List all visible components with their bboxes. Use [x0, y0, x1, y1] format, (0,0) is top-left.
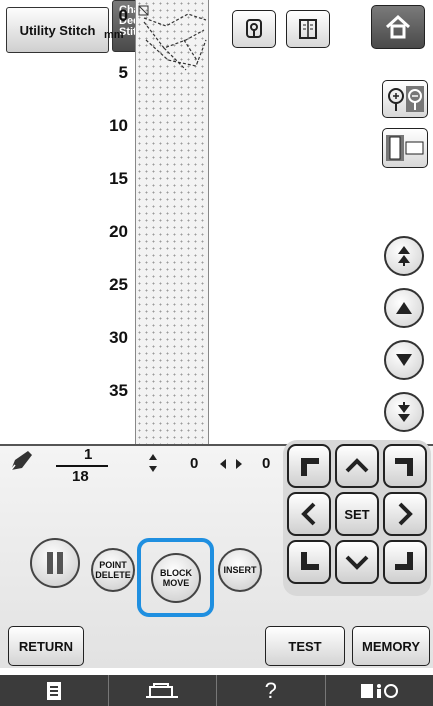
presser-foot-icon — [246, 19, 262, 38]
down-arrow-icon — [396, 354, 412, 366]
move-down-right-button[interactable] — [383, 540, 427, 584]
pencil-icon — [10, 451, 32, 471]
stitch-preview-area — [135, 0, 209, 444]
memory-button[interactable]: MEMORY — [352, 626, 430, 666]
test-button[interactable]: TEST — [265, 626, 345, 666]
return-button[interactable]: RETURN — [8, 626, 84, 666]
horizontal-offset: 0 — [262, 455, 271, 472]
set-button[interactable]: SET — [335, 492, 379, 536]
stitch-pattern — [138, 5, 207, 71]
horizontal-move-icon — [220, 459, 242, 469]
split-icon — [47, 552, 63, 574]
point-delete-label-2: DELETE — [95, 570, 131, 580]
point-delete-button[interactable]: POINT DELETE — [91, 548, 135, 592]
book-icon — [299, 19, 317, 39]
point-split-button[interactable] — [30, 538, 80, 588]
ruler-tick-25: 25 — [109, 275, 128, 294]
document-icon — [46, 681, 61, 700]
chevron-left-icon — [301, 502, 316, 526]
up-arrow-icon — [396, 302, 412, 314]
scroll-fast-up-button[interactable] — [384, 236, 424, 276]
scroll-up-button[interactable] — [384, 288, 424, 328]
corner-up-left-icon — [301, 458, 319, 476]
corner-down-left-icon — [301, 552, 319, 570]
machine-info-tab[interactable] — [109, 675, 217, 706]
move-right-button[interactable] — [383, 492, 427, 536]
scroll-down-button[interactable] — [384, 340, 424, 380]
zoom-button[interactable] — [382, 80, 428, 118]
move-up-button[interactable] — [335, 444, 379, 488]
info-video-icon — [361, 683, 399, 698]
settings-tab[interactable] — [0, 675, 109, 706]
chevron-up-icon — [345, 458, 369, 473]
manual-button[interactable] — [286, 10, 330, 48]
fraction-line — [56, 465, 108, 467]
block-move-label-1: BLOCK — [160, 568, 192, 578]
ruler-tick-5: 5 — [118, 63, 128, 82]
move-down-button[interactable] — [335, 540, 379, 584]
ruler-unit: mm — [104, 29, 124, 41]
corner-up-right-icon — [395, 458, 413, 476]
set-label: SET — [344, 506, 370, 522]
memory-label: MEMORY — [361, 638, 421, 654]
vertical-move-icon — [149, 454, 157, 472]
move-down-left-button[interactable] — [287, 540, 331, 584]
presser-foot-lock-button[interactable] — [232, 10, 276, 48]
corner-down-right-icon — [395, 552, 413, 570]
ruler-tick-0: 0 — [118, 6, 128, 25]
bottom-bar: ? — [0, 675, 433, 706]
insert-label: INSERT — [223, 565, 257, 575]
insert-button[interactable]: INSERT — [218, 548, 262, 592]
help-label: ? — [264, 677, 277, 703]
move-left-button[interactable] — [287, 492, 331, 536]
double-up-arrow-icon — [398, 246, 410, 266]
ruler-tick-35: 35 — [109, 381, 128, 400]
block-move-button[interactable]: BLOCK MOVE — [151, 553, 201, 603]
chevron-right-icon — [398, 502, 413, 526]
return-label: RETURN — [18, 638, 74, 654]
ruler-tick-20: 20 — [109, 222, 128, 241]
ruler-tick-10: 10 — [109, 116, 128, 135]
sewing-machine-icon — [146, 682, 179, 698]
double-down-arrow-icon — [398, 402, 410, 422]
view-toggle-button[interactable] — [382, 128, 428, 168]
move-up-right-button[interactable] — [383, 444, 427, 488]
point-total: 18 — [72, 468, 89, 485]
tutorial-tab[interactable] — [326, 675, 433, 706]
help-tab[interactable]: ? — [217, 675, 326, 706]
zoom-icon — [388, 86, 424, 112]
chevron-down-icon — [345, 555, 369, 570]
home-button[interactable] — [371, 5, 425, 49]
test-label: TEST — [288, 638, 322, 654]
ruler-tick-30: 30 — [109, 328, 128, 347]
vertical-offset: 0 — [190, 455, 199, 472]
point-delete-label-1: POINT — [99, 560, 127, 570]
move-up-left-button[interactable] — [287, 444, 331, 488]
ruler-tick-15: 15 — [109, 169, 128, 188]
home-icon — [385, 14, 411, 39]
fabric-view-icon — [386, 135, 424, 161]
point-index: 1 — [84, 446, 93, 463]
block-move-label-2: MOVE — [162, 578, 190, 588]
scroll-fast-down-button[interactable] — [384, 392, 424, 432]
